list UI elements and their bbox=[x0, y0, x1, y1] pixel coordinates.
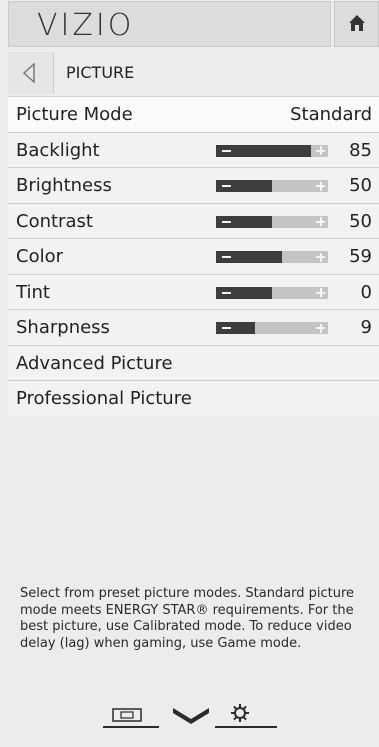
plus-icon-stem bbox=[319, 217, 322, 226]
menu-item-label: Professional Picture bbox=[16, 388, 192, 409]
menu-item-label: Brightness bbox=[16, 175, 112, 196]
picture-menu-panel: VIZIO PICTURE Picture Mode Standard Back… bbox=[0, 0, 379, 747]
menu-item-color[interactable]: Color 59 bbox=[8, 238, 379, 274]
menu-item-value: 0 bbox=[360, 281, 372, 303]
bottom-nav bbox=[103, 700, 279, 730]
triangle-left-icon bbox=[22, 63, 35, 83]
menu-item-value: Standard bbox=[290, 104, 372, 125]
menu-item-label: Tint bbox=[16, 281, 50, 303]
menu-item-label: Backlight bbox=[16, 139, 100, 161]
menu-item-value: 9 bbox=[360, 317, 372, 338]
menu-item-value: 85 bbox=[349, 139, 372, 161]
nav-underline bbox=[215, 726, 277, 728]
menu-item-picture-mode[interactable]: Picture Mode Standard bbox=[8, 96, 379, 132]
contrast-slider[interactable] bbox=[216, 215, 328, 228]
menu-item-professional-picture[interactable]: Professional Picture bbox=[8, 380, 379, 416]
back-button[interactable] bbox=[8, 52, 54, 94]
menu-item-brightness[interactable]: Brightness 50 bbox=[8, 167, 379, 203]
tint-slider[interactable] bbox=[216, 286, 328, 299]
menu-item-sharpness[interactable]: Sharpness 9 bbox=[8, 309, 379, 345]
breadcrumb: PICTURE bbox=[8, 52, 379, 94]
minus-icon bbox=[222, 327, 231, 329]
menu-item-label: Contrast bbox=[16, 210, 93, 232]
vizio-logo-text: VIZIO bbox=[37, 8, 135, 43]
home-button[interactable] bbox=[334, 1, 379, 47]
minus-icon bbox=[222, 291, 231, 294]
minus-icon bbox=[222, 256, 231, 258]
menu-item-label: Sharpness bbox=[16, 317, 110, 338]
menu-item-tint[interactable]: Tint 0 bbox=[8, 273, 379, 309]
backlight-slider[interactable] bbox=[216, 144, 328, 157]
gear-icon[interactable] bbox=[231, 704, 249, 722]
brightness-slider[interactable] bbox=[216, 180, 328, 192]
plus-icon-stem bbox=[319, 323, 322, 333]
vizio-logo: VIZIO bbox=[8, 1, 331, 47]
sharpness-slider[interactable] bbox=[216, 322, 328, 334]
minus-icon bbox=[222, 220, 231, 223]
screen-icon[interactable] bbox=[112, 708, 142, 722]
menu-item-advanced-picture[interactable]: Advanced Picture bbox=[8, 344, 379, 380]
menu-item-value: 59 bbox=[349, 246, 372, 267]
menu-item-backlight[interactable]: Backlight 85 bbox=[8, 131, 379, 167]
menu-item-label: Picture Mode bbox=[16, 104, 133, 125]
vizio-v-icon[interactable] bbox=[172, 706, 210, 726]
nav-underline bbox=[103, 726, 159, 728]
menu-item-label: Color bbox=[16, 246, 63, 267]
help-text: Select from preset picture modes. Standa… bbox=[20, 586, 355, 651]
breadcrumb-label: PICTURE bbox=[66, 63, 135, 82]
plus-icon-stem bbox=[319, 252, 322, 262]
menu-item-value: 50 bbox=[349, 175, 372, 196]
color-slider[interactable] bbox=[216, 251, 328, 263]
menu-item-contrast[interactable]: Contrast 50 bbox=[8, 202, 379, 238]
plus-icon-stem bbox=[319, 288, 322, 297]
plus-icon-stem bbox=[319, 181, 322, 191]
plus-icon-stem bbox=[319, 146, 322, 155]
minus-icon bbox=[222, 185, 231, 187]
header: VIZIO bbox=[0, 0, 379, 49]
menu-item-label: Advanced Picture bbox=[16, 352, 173, 374]
menu-item-value: 50 bbox=[349, 210, 372, 232]
menu-list: Picture Mode Standard Backlight 85 Brigh… bbox=[8, 96, 379, 416]
home-icon bbox=[349, 15, 365, 31]
minus-icon bbox=[222, 149, 231, 152]
